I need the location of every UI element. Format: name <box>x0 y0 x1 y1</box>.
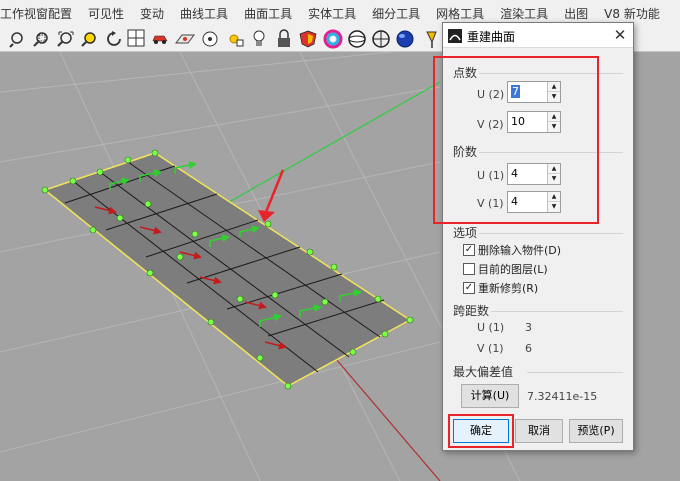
bulb-icon[interactable] <box>253 30 265 46</box>
delete-input-label: 删除输入物件(D) <box>478 244 562 257</box>
max-deviation-value: 7.32411e-15 <box>527 390 598 403</box>
menu-item-3[interactable]: 曲线工具 <box>172 5 236 22</box>
calculate-button[interactable]: 计算(U) <box>461 384 519 408</box>
sphere-shaded-icon[interactable] <box>372 30 390 48</box>
preview-button[interactable]: 预览(P) <box>569 419 623 443</box>
menu-item-0[interactable]: 工作视窗配置 <box>0 5 80 22</box>
dialog-titlebar[interactable]: 重建曲面 ✕ <box>443 23 633 48</box>
menu-item-5[interactable]: 实体工具 <box>300 5 364 22</box>
span-u-label: U (1) <box>477 321 505 334</box>
section-divider <box>479 233 623 234</box>
tools-icon[interactable] <box>426 31 437 48</box>
section-divider <box>491 311 623 312</box>
retrim-label: 重新修剪(R) <box>478 282 539 295</box>
dialog-title: 重建曲面 <box>467 30 516 44</box>
four-views-icon[interactable] <box>127 29 145 47</box>
undo-view-icon[interactable] <box>107 31 121 46</box>
max-deviation-heading: 最大偏差值 <box>453 365 514 379</box>
zoom-selected-icon[interactable] <box>33 32 48 47</box>
menu-item-10[interactable]: V8 新功能 <box>596 5 668 22</box>
current-layer-checkbox[interactable]: 目前的图层(L) <box>463 261 548 277</box>
car-icon[interactable] <box>152 35 168 44</box>
menu-item-8[interactable]: 渲染工具 <box>492 5 556 22</box>
span-u-value: 3 <box>525 321 532 334</box>
cancel-button[interactable]: 取消 <box>515 419 563 443</box>
color-wheel-icon[interactable] <box>323 29 343 49</box>
current-layer-label: 目前的图层(L) <box>478 263 548 276</box>
options-heading: 选项 <box>453 226 478 240</box>
checkbox-unchecked-icon[interactable] <box>463 263 475 275</box>
rebuild-surface-icon <box>448 29 462 43</box>
checkbox-checked-icon[interactable]: ✓ <box>463 244 475 256</box>
checkbox-checked-icon[interactable]: ✓ <box>463 282 475 294</box>
sun-icon[interactable] <box>229 34 244 47</box>
zoom-target-icon[interactable] <box>81 32 96 47</box>
display-mode-icon[interactable] <box>202 31 218 47</box>
zoom-extents-icon[interactable] <box>57 31 74 47</box>
sphere-ghost-icon[interactable] <box>348 30 366 48</box>
menu-item-6[interactable]: 细分工具 <box>364 5 428 22</box>
cplane-icon[interactable] <box>175 34 195 44</box>
close-icon[interactable]: ✕ <box>611 26 629 44</box>
retrim-checkbox[interactable]: ✓ 重新修剪(R) <box>463 280 538 296</box>
shield-icon[interactable] <box>299 30 317 48</box>
lock-icon[interactable] <box>278 29 290 47</box>
rebuild-surface-dialog: 重建曲面 ✕ 点数 U (2) 7 ▲ ▼ V (2) 10 ▲ ▼ 阶数 U (1… <box>433 22 634 451</box>
menu-item-4[interactable]: 曲面工具 <box>236 5 300 22</box>
highlight-frame <box>448 414 514 448</box>
span-count-heading: 跨距数 <box>453 304 490 318</box>
menu-item-7[interactable]: 网格工具 <box>428 5 492 22</box>
menu-item-9[interactable]: 出图 <box>556 5 596 22</box>
section-divider <box>527 372 623 373</box>
menu-item-2[interactable]: 变动 <box>132 5 172 22</box>
menu-item-1[interactable]: 可见性 <box>80 5 132 22</box>
x-axis-line <box>329 351 441 481</box>
delete-input-checkbox[interactable]: ✓ 删除输入物件(D) <box>463 242 561 258</box>
zoom-window-icon[interactable] <box>9 32 23 48</box>
span-v-label: V (1) <box>477 342 504 355</box>
span-v-value: 6 <box>525 342 532 355</box>
globe-icon[interactable] <box>396 30 414 48</box>
highlight-frame <box>433 56 599 224</box>
